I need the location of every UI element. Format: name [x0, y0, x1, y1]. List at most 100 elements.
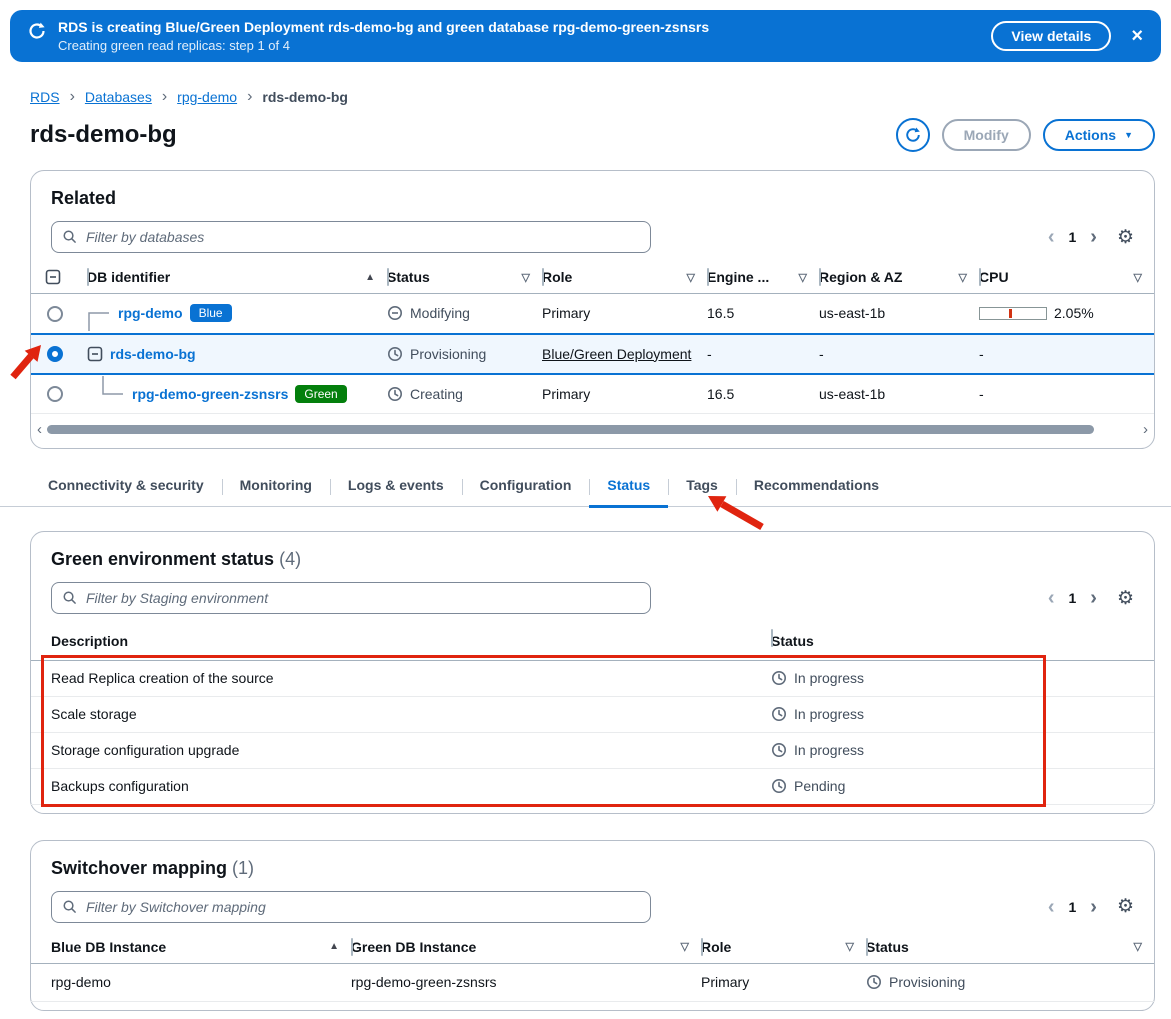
role-text: Primary [701, 974, 749, 990]
scrollbar-track[interactable] [47, 425, 1138, 434]
description-text: Read Replica creation of the source [51, 670, 274, 686]
column-header-role[interactable]: Role ▽ [542, 263, 707, 294]
table-row: Storage configuration upgrade In progres… [31, 732, 1154, 768]
search-icon [62, 899, 77, 914]
db-link-rds-demo-bg[interactable]: rds-demo-bg [110, 346, 196, 362]
table-row-rpg-demo-green[interactable]: rpg-demo-green-zsnsrs Green Creating [31, 374, 1154, 414]
column-header-engine[interactable]: Engine ... ▽ [707, 263, 819, 294]
column-header-role[interactable]: Role ▽ [701, 933, 866, 964]
switchover-filter-input[interactable] [51, 891, 651, 923]
sort-desc-icon: ▽ [959, 271, 967, 284]
db-link-rpg-demo[interactable]: rpg-demo [118, 305, 183, 321]
region-text: - [819, 346, 824, 362]
gear-icon[interactable]: ⚙ [1117, 228, 1134, 247]
status-text: Provisioning [410, 346, 486, 362]
gear-icon[interactable]: ⚙ [1117, 589, 1134, 608]
chevron-left-icon[interactable]: ‹ [1048, 227, 1055, 247]
modify-button[interactable]: Modify [942, 119, 1031, 151]
horizontal-scrollbar[interactable]: ‹ › [31, 414, 1154, 440]
engine-text: - [707, 346, 712, 362]
chevron-left-icon[interactable]: ‹ [1048, 897, 1055, 917]
in-progress-icon [387, 386, 403, 402]
chevron-right-icon[interactable]: › [1090, 588, 1097, 608]
search-icon [62, 590, 77, 605]
in-progress-icon [771, 742, 787, 758]
tab-monitoring[interactable]: Monitoring [222, 467, 330, 506]
refresh-button[interactable] [896, 118, 930, 152]
radio-button[interactable] [47, 386, 63, 402]
gear-icon[interactable]: ⚙ [1117, 897, 1134, 916]
role-text: Primary [542, 386, 590, 402]
engine-text: 16.5 [707, 386, 734, 402]
role-text[interactable]: Blue/Green Deployment [542, 346, 691, 362]
pending-icon [771, 778, 787, 794]
in-progress-icon [771, 670, 787, 686]
page-number[interactable]: 1 [1068, 590, 1076, 606]
select-all-header[interactable] [31, 263, 87, 294]
column-header-description[interactable]: Description [31, 624, 771, 660]
page-number[interactable]: 1 [1068, 899, 1076, 915]
view-details-button[interactable]: View details [991, 21, 1111, 51]
page-number[interactable]: 1 [1068, 229, 1076, 245]
column-header-blue-db[interactable]: Blue DB Instance ▲ [31, 933, 351, 964]
table-row-rds-demo-bg[interactable]: rds-demo-bg Provisioning Blue/Green Depl [31, 334, 1154, 374]
chevron-right-icon[interactable]: › [1090, 227, 1097, 247]
green-status-filter-input[interactable] [51, 582, 651, 614]
radio-button[interactable] [47, 346, 63, 362]
sort-desc-icon: ▽ [681, 940, 689, 953]
notification-banner: RDS is creating Blue/Green Deployment rd… [10, 10, 1161, 62]
tab-tags[interactable]: Tags [668, 467, 736, 506]
tab-connectivity-security[interactable]: Connectivity & security [30, 467, 222, 506]
sort-desc-icon: ▽ [799, 271, 807, 284]
db-link-rpg-demo-green[interactable]: rpg-demo-green-zsnsrs [132, 386, 288, 402]
chevron-left-icon[interactable]: ‹ [1048, 588, 1055, 608]
sort-asc-icon: ▲ [365, 272, 375, 283]
modifying-icon [387, 305, 403, 321]
related-filter-input[interactable] [51, 221, 651, 253]
close-icon[interactable]: × [1131, 26, 1143, 46]
tab-recommendations[interactable]: Recommendations [736, 467, 897, 506]
table-row-rpg-demo[interactable]: rpg-demo Blue Modifying Pr [31, 294, 1154, 334]
tab-configuration[interactable]: Configuration [462, 467, 590, 506]
actions-button[interactable]: Actions ▼ [1043, 119, 1155, 151]
description-text: Scale storage [51, 706, 137, 722]
breadcrumb-link-rds[interactable]: RDS [30, 89, 60, 105]
status-text: In progress [794, 742, 864, 758]
column-header-cpu[interactable]: CPU ▽ [979, 263, 1154, 294]
breadcrumb-separator-icon: › [247, 88, 252, 106]
radio-button[interactable] [47, 306, 63, 322]
breadcrumb-current: rds-demo-bg [262, 89, 348, 105]
blue-badge: Blue [190, 304, 232, 322]
tab-status[interactable]: Status [589, 467, 668, 508]
expand-toggle-icon[interactable] [87, 346, 103, 362]
green-environment-status-card: Green environment status (4) ‹ 1 › ⚙ [30, 531, 1155, 814]
region-text: us-east-1b [819, 305, 885, 321]
scroll-left-icon[interactable]: ‹ [35, 421, 44, 438]
scrollbar-thumb[interactable] [47, 425, 1094, 434]
caret-down-icon: ▼ [1124, 130, 1133, 140]
sort-desc-icon: ▽ [522, 271, 530, 284]
cpu-text: - [979, 346, 984, 362]
switchover-filter [51, 891, 651, 923]
chevron-right-icon[interactable]: › [1090, 897, 1097, 917]
tree-connector-icon [101, 376, 125, 412]
related-table: DB identifier ▲ Status ▽ Role ▽ Engine .… [31, 263, 1154, 414]
banner-title: RDS is creating Blue/Green Deployment rd… [58, 19, 709, 35]
sort-desc-icon: ▽ [687, 271, 695, 284]
column-header-region-az[interactable]: Region & AZ ▽ [819, 263, 979, 294]
green-badge: Green [295, 385, 346, 403]
breadcrumb-separator-icon: › [162, 88, 167, 106]
breadcrumb: RDS › Databases › rpg-demo › rds-demo-bg [0, 72, 1171, 106]
column-header-status[interactable]: Status ▽ [866, 933, 1154, 964]
scroll-right-icon[interactable]: › [1141, 421, 1150, 438]
table-row: rpg-demo rpg-demo-green-zsnsrs Primary P… [31, 963, 1154, 1001]
column-header-status[interactable]: Status [771, 624, 1154, 660]
tab-logs-events[interactable]: Logs & events [330, 467, 462, 506]
column-header-status[interactable]: Status ▽ [387, 263, 542, 294]
breadcrumb-link-rpg-demo[interactable]: rpg-demo [177, 89, 237, 105]
column-header-db-identifier[interactable]: DB identifier ▲ [87, 263, 387, 294]
column-header-green-db[interactable]: Green DB Instance ▽ [351, 933, 701, 964]
status-text: Modifying [410, 305, 470, 321]
breadcrumb-link-databases[interactable]: Databases [85, 89, 152, 105]
green-status-count: (4) [279, 549, 301, 569]
